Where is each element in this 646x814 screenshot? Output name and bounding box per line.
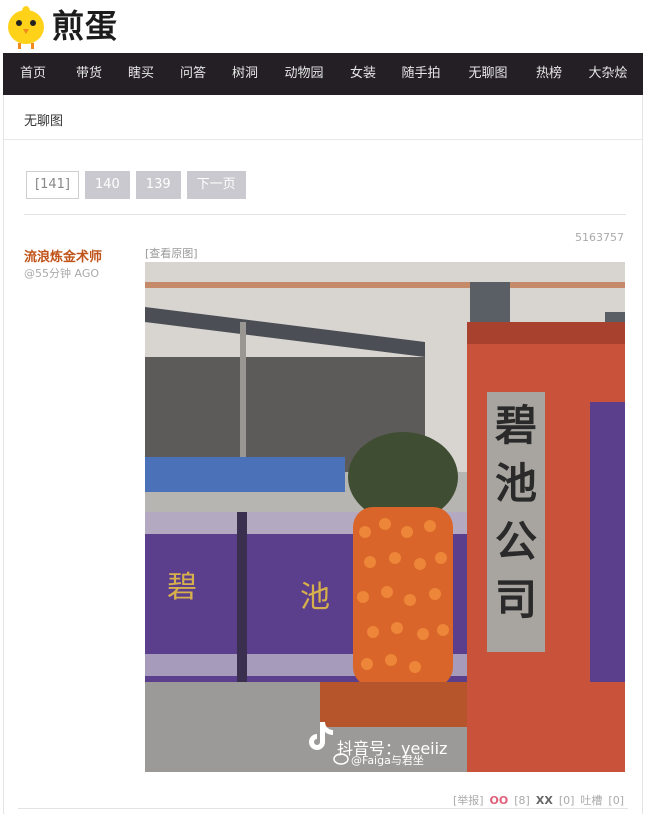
nav-item-wuliaotu[interactable]: 无聊图 xyxy=(453,53,523,95)
post-id[interactable]: 5163757 xyxy=(575,231,624,244)
comment-count: [0] xyxy=(608,793,624,807)
gate-left-char: 碧 xyxy=(167,570,197,605)
post-image[interactable]: 碧 池 碧 池 公 司 抖音号：yeeiiz @Faiga与君坐 xyxy=(145,262,625,772)
site-header: 煎蛋 xyxy=(0,0,646,52)
post-actions: [举报] OO [8] XX [0] 吐槽 [0] xyxy=(453,792,624,808)
page-link-139[interactable]: 139 xyxy=(135,171,181,199)
nav-item-nvzhuang[interactable]: 女装 xyxy=(337,53,389,95)
divider xyxy=(24,214,626,215)
nav-item-shudong[interactable]: 树洞 xyxy=(219,53,271,95)
pagination: [141] 140 139 下一页 xyxy=(26,171,246,199)
report-link[interactable]: [举报] xyxy=(453,792,484,808)
gate-right-char: 池 xyxy=(300,580,330,615)
nav-item-home[interactable]: 首页 xyxy=(3,53,63,95)
sign-char-1: 碧 xyxy=(495,401,537,450)
view-original-link[interactable]: [查看原图] xyxy=(145,245,198,261)
oo-button[interactable]: OO xyxy=(490,794,509,807)
comment-button[interactable]: 吐槽 xyxy=(580,792,602,808)
post-image-drawing: 碧 池 碧 池 公 司 抖音号：yeeiiz @Faiga与君坐 xyxy=(145,262,625,772)
nav-item-suishoupai[interactable]: 随手拍 xyxy=(389,53,453,95)
watermark-sub: @Faiga与君坐 xyxy=(351,754,424,767)
divider xyxy=(4,139,642,140)
main-nav: 首页 带货 瞎买 问答 树洞 动物园 女装 随手拍 无聊图 热榜 大杂烩 xyxy=(3,53,643,95)
oo-count: [8] xyxy=(514,793,530,807)
sign-char-4: 司 xyxy=(495,575,537,624)
nav-item-dongwuyuan[interactable]: 动物园 xyxy=(271,53,337,95)
nav-item-rebang[interactable]: 热榜 xyxy=(523,53,575,95)
content-frame: 无聊图 [141] 140 139 下一页 流浪炼金术师 @55分钟 AGO 5… xyxy=(3,95,643,814)
post-time: @55分钟 AGO xyxy=(24,267,100,280)
next-page-button[interactable]: 下一页 xyxy=(186,171,246,199)
nav-item-xiamai[interactable]: 瞎买 xyxy=(115,53,167,95)
section-title: 无聊图 xyxy=(24,114,64,129)
xx-button[interactable]: XX xyxy=(536,794,553,807)
site-logo-text[interactable]: 煎蛋 xyxy=(52,6,118,46)
sign-char-3: 公 xyxy=(495,517,537,566)
post-author[interactable]: 流浪炼金术师 xyxy=(24,246,102,265)
page-link-140[interactable]: 140 xyxy=(84,171,130,199)
sign-char-2: 池 xyxy=(495,459,537,508)
current-page: [141] xyxy=(26,171,79,199)
nav-item-dazahui[interactable]: 大杂烩 xyxy=(575,53,641,95)
chick-logo-icon[interactable] xyxy=(4,3,48,49)
xx-count: [0] xyxy=(558,793,575,807)
divider xyxy=(18,808,628,809)
nav-item-daihuo[interactable]: 带货 xyxy=(63,53,115,95)
nav-item-wenda[interactable]: 问答 xyxy=(167,53,219,95)
